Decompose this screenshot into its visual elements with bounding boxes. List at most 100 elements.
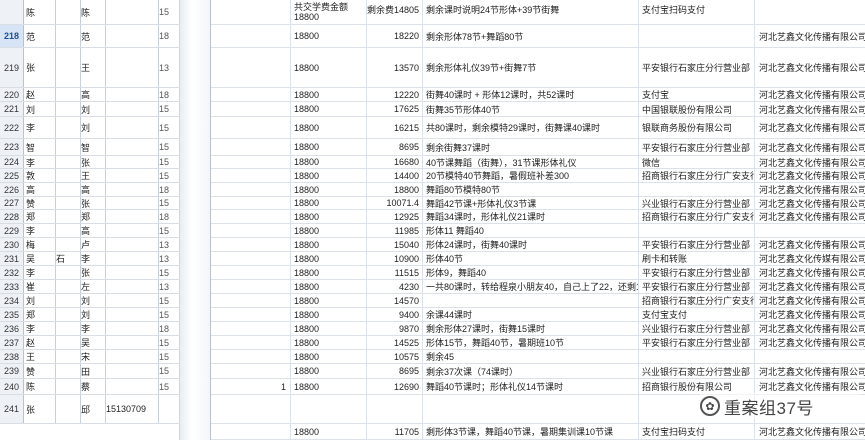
- left-cell-e[interactable]: 15: [158, 224, 180, 237]
- row-number[interactable]: 224: [0, 156, 24, 168]
- cell-c4[interactable]: 兴业银行石家庄分行营业部: [639, 364, 755, 378]
- cell-c2[interactable]: 15040: [367, 238, 423, 251]
- left-cell-d[interactable]: [106, 280, 158, 293]
- cell-c4[interactable]: 平安银行石家庄分行营业部: [639, 266, 755, 279]
- left-cell-d[interactable]: [106, 266, 158, 279]
- left-cell-c[interactable]: 王: [80, 169, 106, 182]
- row-number[interactable]: 230: [0, 238, 24, 251]
- cell-c3[interactable]: 剩余街舞37课时: [423, 139, 639, 155]
- left-cell-d[interactable]: [106, 25, 158, 47]
- left-cell-e[interactable]: 15: [158, 336, 180, 349]
- table-row[interactable]: 18800 12925 舞蹈34课时，形体礼仪21课时 招商银行石家庄分行广安支行 河北…: [211, 210, 865, 224]
- left-row[interactable]: 236 李李 18: [0, 322, 180, 336]
- left-cell-c[interactable]: 李: [80, 322, 106, 335]
- row-number[interactable]: 228: [0, 210, 24, 223]
- left-cell-a[interactable]: 王: [26, 350, 56, 363]
- left-cell-b[interactable]: [56, 169, 80, 182]
- left-cell-b[interactable]: [56, 183, 80, 196]
- left-cell-d[interactable]: [106, 117, 158, 138]
- left-cell-d[interactable]: [106, 308, 158, 321]
- cell-c4[interactable]: [639, 224, 755, 237]
- left-cell-c[interactable]: 吴: [80, 336, 106, 349]
- cell-c1[interactable]: 18800: [291, 88, 367, 101]
- left-cell-b[interactable]: [56, 156, 80, 168]
- left-cell-e[interactable]: 15: [158, 364, 180, 378]
- left-cell-a[interactable]: 郑: [26, 210, 56, 223]
- cell-c0[interactable]: [211, 350, 291, 363]
- left-row[interactable]: 237 赵 吴 15: [0, 336, 180, 350]
- cell-c5[interactable]: [755, 350, 865, 363]
- left-cell-d[interactable]: [106, 294, 158, 307]
- cell-c0[interactable]: [211, 322, 291, 335]
- row-number[interactable]: 233: [0, 280, 24, 293]
- cell-c5[interactable]: 河北艺鑫文化传播有限公司: [755, 117, 865, 138]
- cell-c4[interactable]: 平安银行石家庄分行营业部: [639, 139, 755, 155]
- cell-c2[interactable]: 16680: [367, 156, 423, 168]
- left-cell-d[interactable]: [106, 48, 158, 87]
- cell-c3[interactable]: 街舞40课时 + 形体12课时，共52课时: [423, 88, 639, 101]
- table-row[interactable]: 18800 10071.4 舞蹈42节课+形体礼仪3节课 兴业银行石家庄分行营业部 河北…: [211, 197, 865, 210]
- cell-c2[interactable]: 12690: [367, 379, 423, 394]
- cell-c4[interactable]: 支付宝: [639, 88, 755, 101]
- cell-c1[interactable]: 18800: [291, 350, 367, 363]
- cell-c3[interactable]: 剩形体3节课，舞蹈40节课，暑期集训课10节课: [423, 424, 639, 439]
- table-row[interactable]: 18800 17625 街舞35节形体40节 中国银联股份有限公司 河北艺鑫文化传播有限…: [211, 102, 865, 117]
- left-row[interactable]: 222 李 刘 15: [0, 117, 180, 139]
- left-cell-d[interactable]: [106, 139, 158, 155]
- cell-c0[interactable]: [211, 252, 291, 265]
- left-row[interactable]: 221 刘刘 15: [0, 102, 180, 117]
- left-row[interactable]: 238 王 宋 15: [0, 350, 180, 364]
- left-cell-a[interactable]: 李: [26, 156, 56, 168]
- cell-c0[interactable]: [211, 424, 291, 439]
- cell-c0[interactable]: [211, 25, 291, 47]
- left-cell-d[interactable]: [106, 224, 158, 237]
- cell-c4[interactable]: 平安银行石家庄分行营业部: [639, 48, 755, 87]
- left-row[interactable]: 228 郑郑 18: [0, 210, 180, 224]
- left-cell-a[interactable]: 郑: [26, 308, 56, 321]
- cell-c4[interactable]: [639, 25, 755, 47]
- cell-c4[interactable]: 刷卡和转账: [639, 252, 755, 265]
- left-cell-b[interactable]: [56, 224, 80, 237]
- cell-c1[interactable]: 18800: [291, 252, 367, 265]
- cell-c0[interactable]: [211, 210, 291, 223]
- cell-c1[interactable]: 18800: [291, 139, 367, 155]
- cell-c5[interactable]: 河北艺鑫文化传播有限公司: [755, 183, 865, 196]
- left-cell-a[interactable]: 李: [26, 224, 56, 237]
- left-cell-a[interactable]: 李: [26, 117, 56, 138]
- table-row[interactable]: 18800 9870 剩余形体27课时，街舞15课时 兴业银行石家庄分行营业部 河北艺鑫…: [211, 322, 865, 336]
- cell-c4[interactable]: 平安银行石家庄分行营业部: [639, 238, 755, 251]
- left-cell-c[interactable]: 田: [80, 364, 106, 378]
- left-row[interactable]: 232 李 张 15: [0, 266, 180, 280]
- left-row[interactable]: 224 李 张 15: [0, 156, 180, 169]
- table-row[interactable]: 18800 18800 舞蹈80节模特80节 河北艺鑫文化传播有限公司: [211, 183, 865, 197]
- left-row[interactable]: 230 梅 卢 13: [0, 238, 180, 252]
- cell-c5[interactable]: 河北艺鑫文化传播有限公司: [755, 280, 865, 293]
- left-cell-c[interactable]: 张: [80, 156, 106, 168]
- left-cell-d[interactable]: [106, 322, 158, 335]
- cell-c0[interactable]: [211, 139, 291, 155]
- left-cell-e[interactable]: 18: [158, 322, 180, 335]
- left-cell-d[interactable]: 15130709: [106, 395, 158, 423]
- table-row[interactable]: 18800 14400 20节模特40节舞蹈，暑假班补差300 招商银行石家庄分行广安…: [211, 169, 865, 183]
- left-cell-a[interactable]: 李: [26, 266, 56, 279]
- left-row[interactable]: 陈陈 15: [0, 0, 180, 25]
- cell-c2[interactable]: 18220: [367, 25, 423, 47]
- row-number[interactable]: 236: [0, 322, 24, 335]
- left-cell-a[interactable]: 陈: [26, 379, 56, 394]
- cell-c4[interactable]: 支付宝扫码支付: [639, 424, 755, 439]
- cell-c2[interactable]: 14570: [367, 294, 423, 307]
- left-cell-d[interactable]: [106, 197, 158, 209]
- left-cell-b[interactable]: [56, 266, 80, 279]
- left-cell-d[interactable]: [106, 88, 158, 101]
- left-row[interactable]: 234 刘刘 15: [0, 294, 180, 308]
- cell-c5[interactable]: 河北艺鑫文化传播有限公司: [755, 25, 865, 47]
- left-cell-b[interactable]: [56, 294, 80, 307]
- cell-c2[interactable]: 8695: [367, 364, 423, 378]
- left-cell-e[interactable]: 15: [158, 169, 180, 182]
- row-number[interactable]: 240: [0, 379, 24, 394]
- cell-c5[interactable]: 河北艺鑫文化传播有限公司: [755, 424, 865, 439]
- left-cell-c[interactable]: 高: [80, 88, 106, 101]
- left-cell-d[interactable]: [106, 102, 158, 116]
- left-row[interactable]: 219 张王 13: [0, 48, 180, 88]
- cell-c2[interactable]: 9400: [367, 308, 423, 321]
